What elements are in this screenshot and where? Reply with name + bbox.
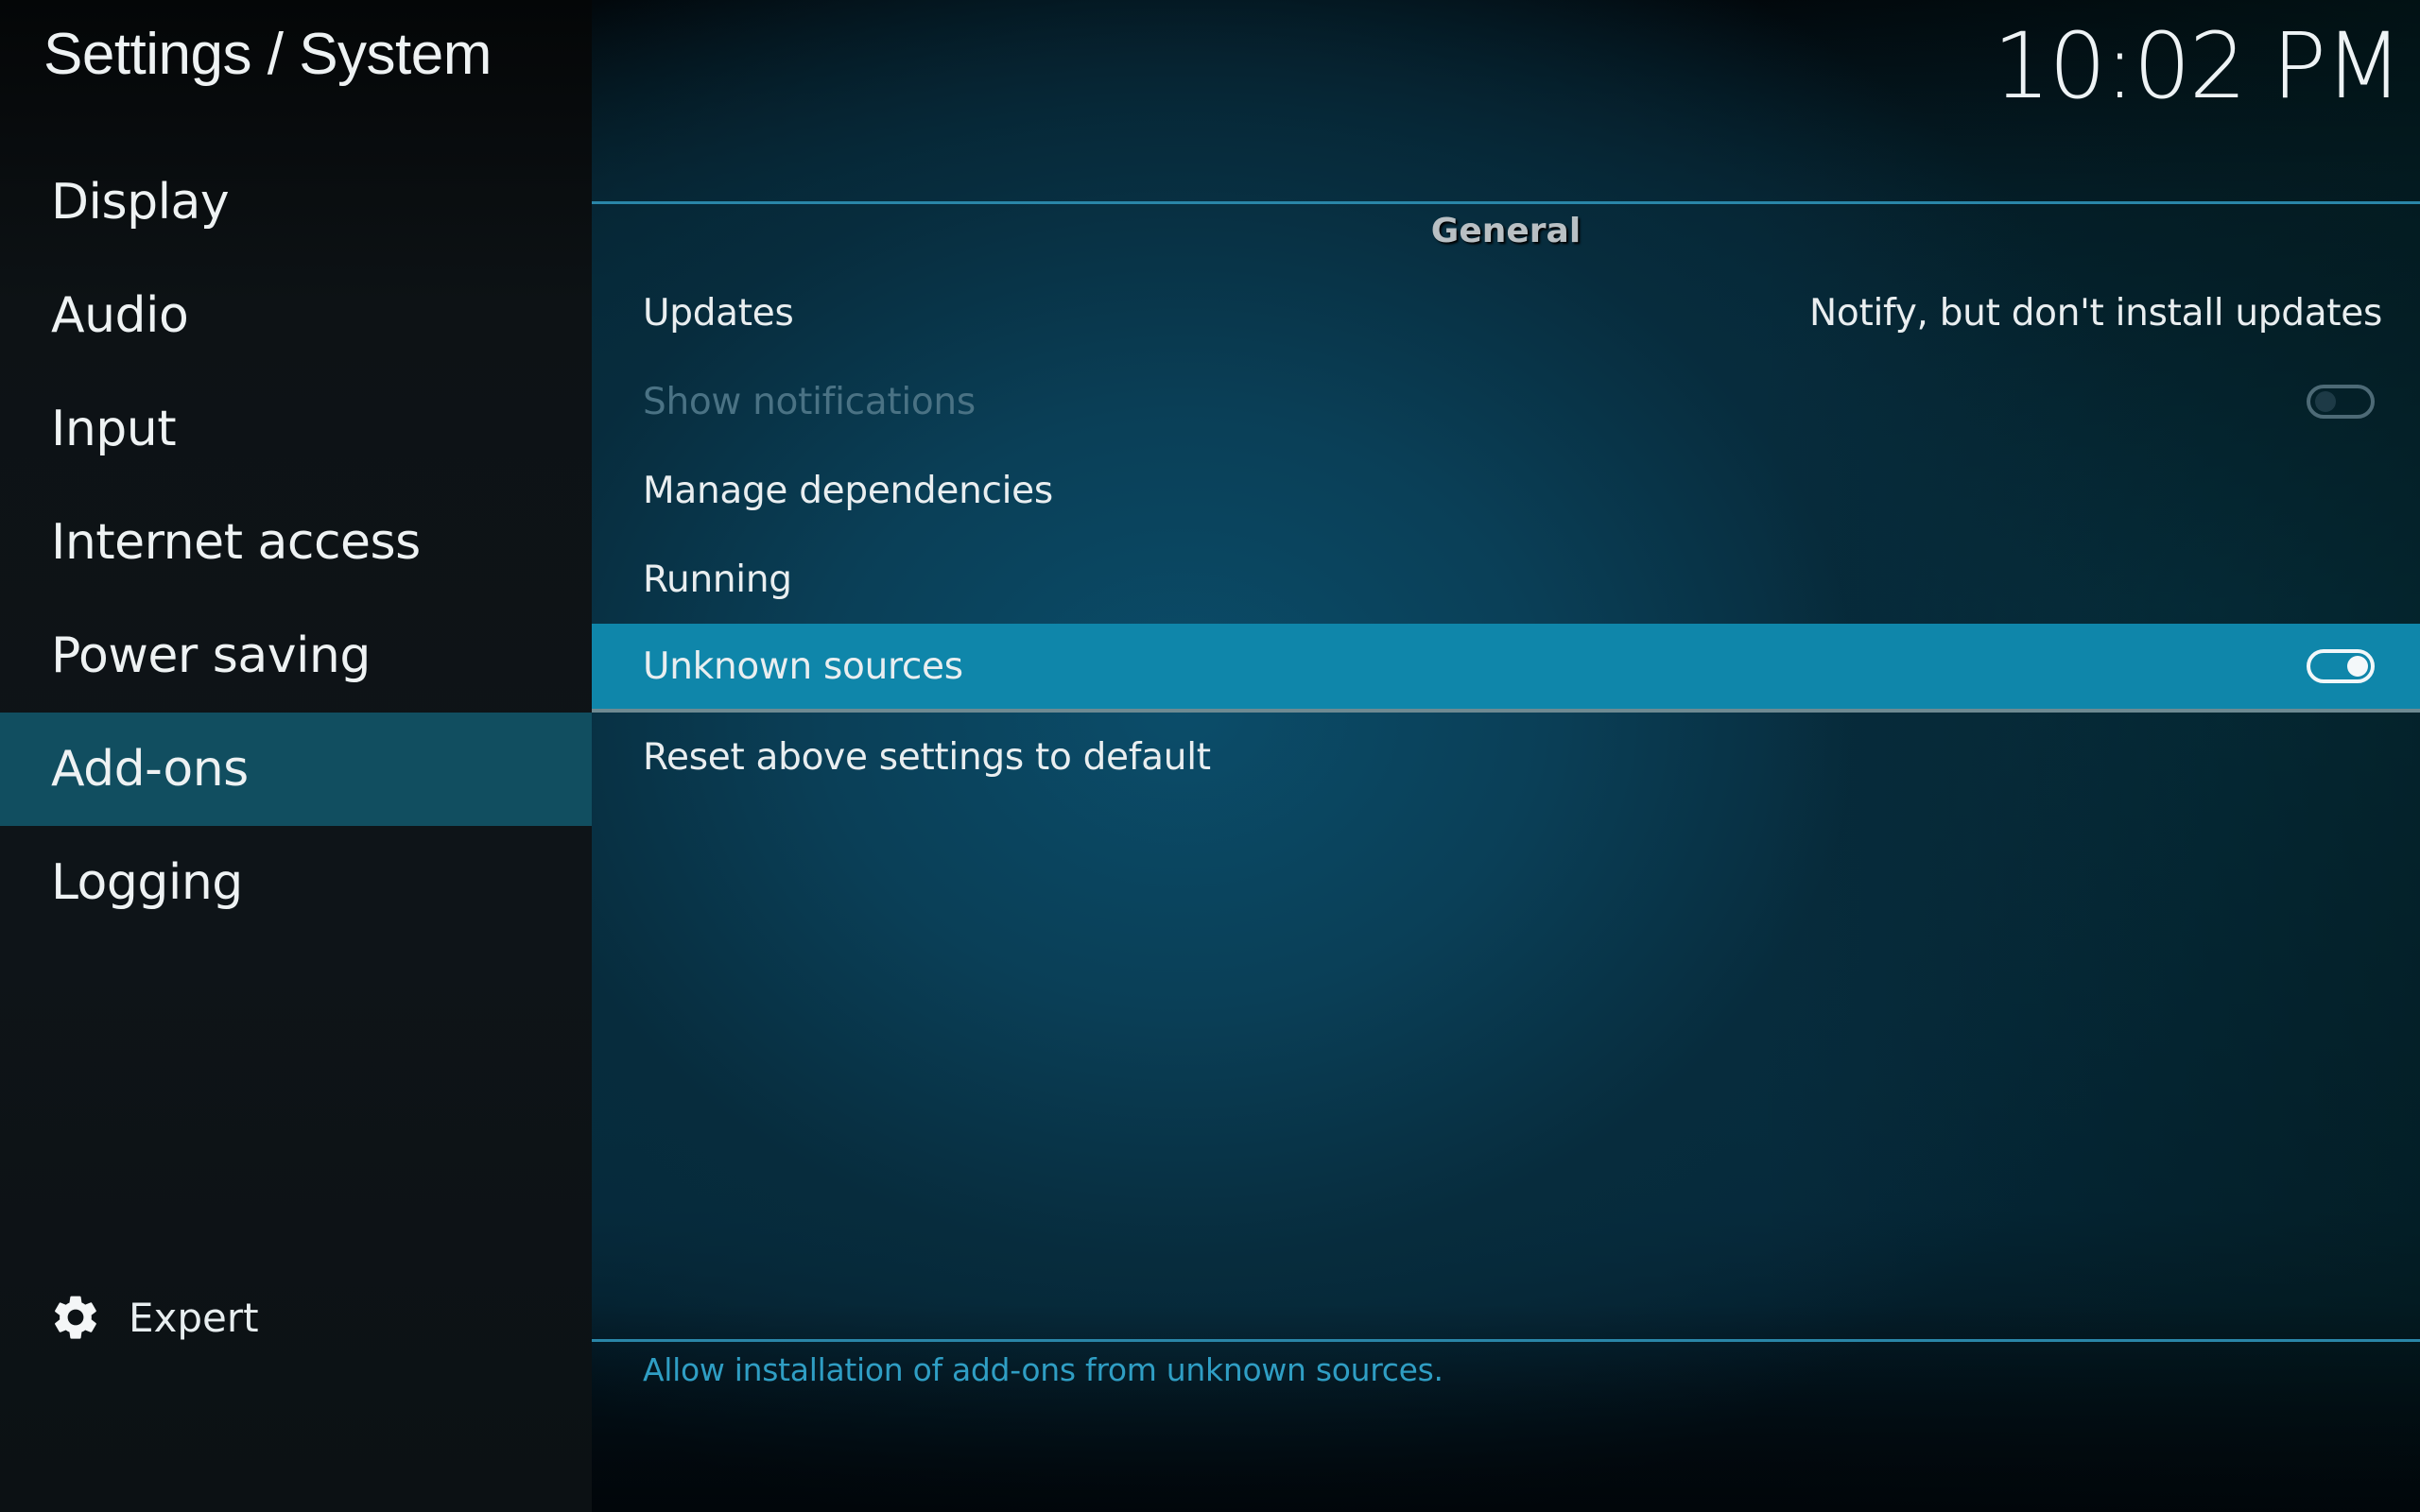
setting-running[interactable]: Running <box>592 535 2420 624</box>
toggle-knob <box>2315 391 2336 412</box>
expert-level-button[interactable]: Expert <box>49 1287 259 1348</box>
setting-unknown-sources[interactable]: Unknown sources <box>592 624 2420 713</box>
divider <box>592 1339 2420 1342</box>
setting-label: Show notifications <box>643 380 976 423</box>
sidebar: Settings / System Display Audio Input In… <box>0 0 592 1512</box>
sidebar-item-label: Power saving <box>51 627 371 684</box>
settings-list: Updates Notify, but don't install update… <box>592 268 2420 801</box>
sidebar-item-audio[interactable]: Audio <box>0 259 592 372</box>
sidebar-item-label: Internet access <box>51 514 421 571</box>
sidebar-item-display[interactable]: Display <box>0 146 592 259</box>
divider <box>592 201 2420 204</box>
sidebar-item-input[interactable]: Input <box>0 372 592 486</box>
setting-updates[interactable]: Updates Notify, but don't install update… <box>592 268 2420 357</box>
setting-label: Manage dependencies <box>643 469 1053 512</box>
page-title: Settings / System <box>43 22 492 87</box>
sidebar-item-logging[interactable]: Logging <box>0 826 592 939</box>
setting-label: Running <box>643 558 792 601</box>
setting-value: Notify, but don't install updates <box>1809 291 2382 335</box>
reset-settings-button[interactable]: Reset above settings to default <box>592 713 2420 801</box>
category-list: Display Audio Input Internet access Powe… <box>0 146 592 939</box>
setting-show-notifications[interactable]: Show notifications <box>592 357 2420 446</box>
sidebar-item-add-ons[interactable]: Add-ons <box>0 713 592 826</box>
sidebar-item-label: Logging <box>51 854 243 911</box>
toggle-switch[interactable] <box>2307 649 2375 683</box>
toggle-switch[interactable] <box>2307 385 2375 419</box>
setting-label: Reset above settings to default <box>643 735 1211 779</box>
setting-label: Updates <box>643 291 794 335</box>
sidebar-item-internet-access[interactable]: Internet access <box>0 486 592 599</box>
section-header: General <box>1430 212 1582 250</box>
setting-manage-dependencies[interactable]: Manage dependencies <box>592 446 2420 535</box>
sidebar-item-power-saving[interactable]: Power saving <box>0 599 592 713</box>
sidebar-item-label: Display <box>51 174 230 231</box>
sidebar-item-label: Input <box>51 401 177 457</box>
gear-icon <box>55 1296 96 1339</box>
setting-description: Allow installation of add-ons from unkno… <box>643 1351 1443 1388</box>
expert-label: Expert <box>129 1294 259 1341</box>
toggle-knob <box>2347 656 2368 677</box>
setting-label: Unknown sources <box>643 644 963 688</box>
settings-panel: General Updates Notify, but don't instal… <box>592 0 2420 1512</box>
sidebar-item-label: Add-ons <box>51 741 249 798</box>
sidebar-item-label: Audio <box>51 287 189 344</box>
